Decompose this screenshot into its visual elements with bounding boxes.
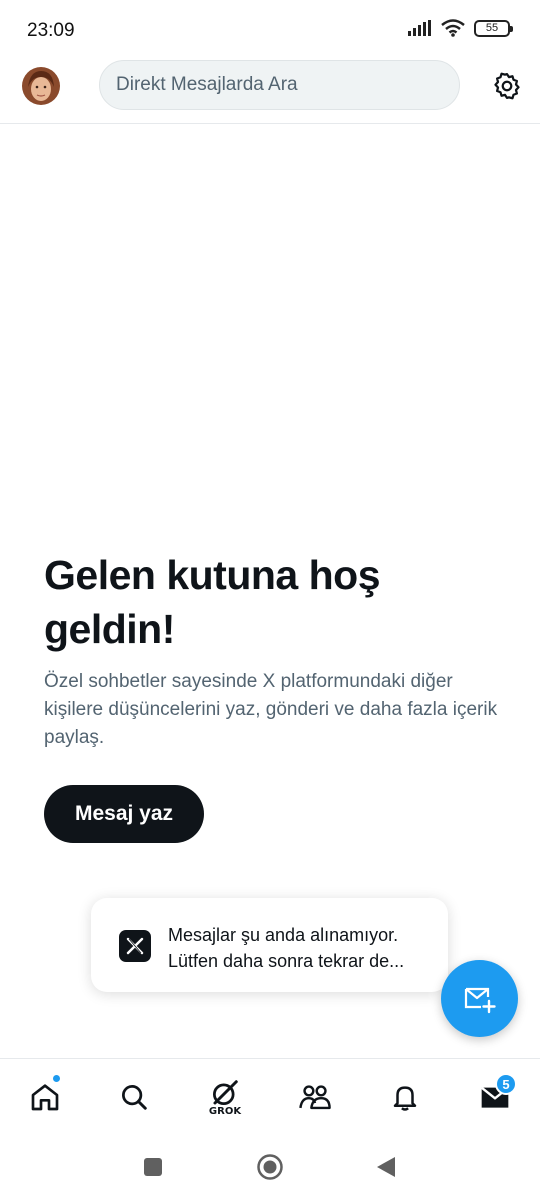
people-icon — [299, 1085, 331, 1110]
gear-icon[interactable] — [491, 70, 523, 102]
empty-inbox-welcome: Gelen kutuna hoş geldin! Özel sohbetler … — [44, 548, 504, 752]
grok-icon — [213, 1080, 238, 1105]
avatar[interactable] — [22, 67, 60, 105]
back-icon[interactable] — [375, 1156, 397, 1178]
home-notification-dot — [52, 1074, 61, 1083]
new-message-button[interactable] — [441, 960, 518, 1037]
search-input[interactable]: Direkt Mesajlarda Ara — [99, 60, 460, 110]
signal-icon — [408, 20, 431, 36]
nav-communities[interactable] — [295, 1077, 335, 1117]
status-time: 23:09 — [27, 20, 75, 41]
toast-line-1: Mesajlar şu anda alınamıyor. — [168, 925, 399, 945]
home-icon — [31, 1084, 59, 1111]
messages-header: Direkt Mesajlarda Ara — [0, 58, 540, 124]
write-message-button[interactable]: Mesaj yaz — [44, 785, 204, 843]
battery-level: 55 — [485, 22, 499, 34]
x-logo-icon — [119, 930, 151, 962]
error-toast: Mesajlar şu anda alınamıyor. Lütfen daha… — [91, 898, 448, 992]
home-system-icon[interactable] — [256, 1153, 284, 1181]
recent-apps-icon[interactable] — [143, 1157, 163, 1177]
nav-search[interactable] — [114, 1077, 154, 1117]
toast-line-2: Lütfen daha sonra tekrar de... — [168, 951, 405, 971]
welcome-description: Özel sohbetler sayesinde X platformundak… — [44, 671, 498, 748]
bell-icon — [393, 1086, 417, 1111]
toast-message: Mesajlar şu anda alınamıyor. Lütfen daha… — [168, 922, 428, 974]
system-navigation-bar — [0, 1136, 540, 1200]
status-icons: 55 — [408, 19, 513, 37]
status-bar: 23:09 55 — [0, 0, 540, 58]
welcome-title: Gelen kutuna hoş geldin! — [44, 552, 381, 652]
search-icon — [122, 1085, 147, 1110]
messages-badge: 5 — [495, 1073, 517, 1095]
bottom-navigation: GROK 5 — [0, 1058, 540, 1136]
nav-notifications[interactable] — [385, 1077, 425, 1117]
mail-plus-icon — [464, 987, 496, 1013]
grok-label: GROK — [208, 1106, 242, 1117]
nav-home[interactable] — [25, 1077, 65, 1117]
battery-indicator: 55 — [474, 19, 513, 37]
wifi-icon — [441, 19, 465, 37]
